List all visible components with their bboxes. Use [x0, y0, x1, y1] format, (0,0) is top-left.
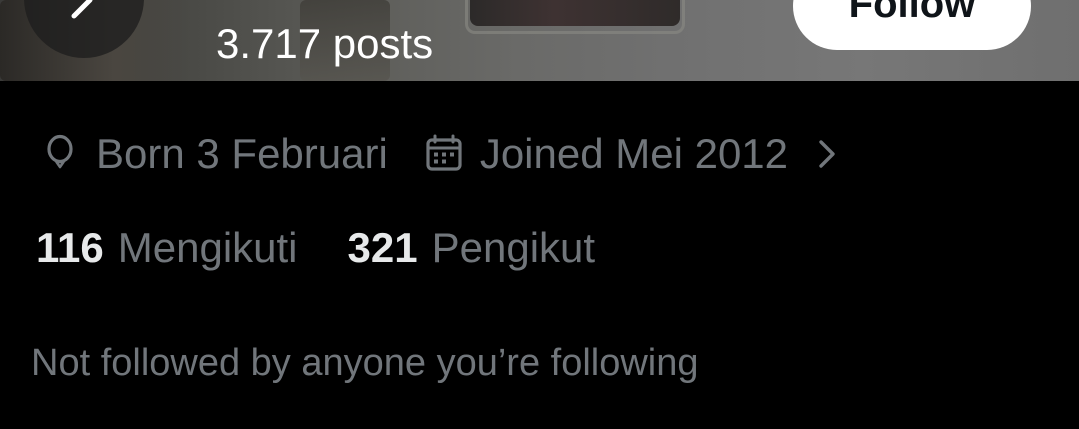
- birthday-item: Born 3 Februari: [38, 130, 388, 178]
- following-count: 116: [36, 224, 104, 271]
- joined-text: Joined Mei 2012: [479, 130, 789, 177]
- posts-count: 3.717 posts: [216, 20, 434, 67]
- calendar-icon: [422, 132, 466, 176]
- followers-link[interactable]: 321 Pengikut: [348, 224, 596, 272]
- mutual-followers-text: Not followed by anyone you’re following: [31, 342, 699, 384]
- followers-count: 321: [347, 224, 418, 271]
- followers-label: Pengikut: [431, 224, 596, 271]
- birthday-text: Born 3 Februari: [96, 130, 388, 177]
- follow-button[interactable]: Follow: [793, 0, 1031, 50]
- follow-stats: 116 Mengikuti 321 Pengikut: [36, 222, 595, 274]
- balloon-icon: [38, 132, 82, 176]
- profile-meta: Born 3 Februari Joined Mei 2012: [38, 128, 840, 180]
- banner-image-region: [465, 0, 685, 34]
- following-label: Mengikuti: [117, 224, 298, 271]
- joined-item: Joined Mei 2012: [422, 130, 788, 178]
- following-link[interactable]: 116 Mengikuti: [36, 224, 298, 272]
- arrow-left-icon: [71, 0, 93, 19]
- chevron-right-icon[interactable]: [816, 136, 840, 172]
